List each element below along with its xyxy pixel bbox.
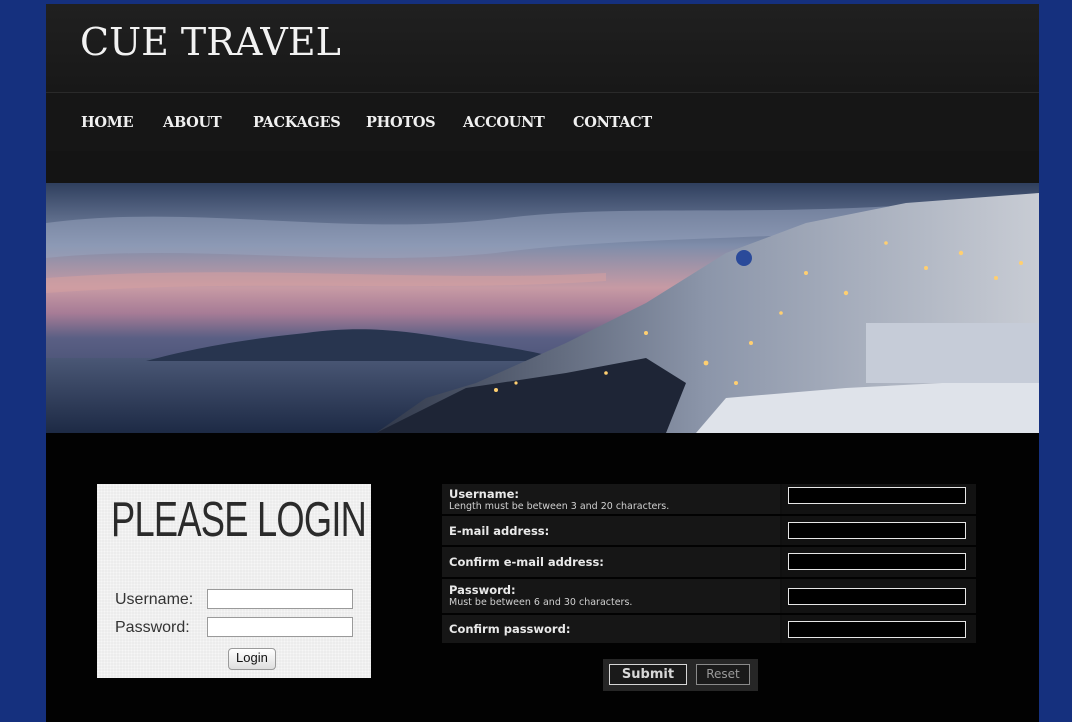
login-panel: PLEASE LOGIN Username: Password: Login	[97, 484, 371, 678]
site-title[interactable]: CUE TRAVEL	[80, 20, 341, 64]
login-button[interactable]: Login	[228, 648, 276, 670]
form-input-cell	[782, 579, 976, 613]
field-note: Must be between 6 and 30 characters.	[449, 597, 633, 608]
reset-button[interactable]: Reset	[696, 664, 750, 685]
confirm-email-field[interactable]	[788, 553, 966, 570]
nav-item-packages[interactable]: PACKAGES	[253, 114, 341, 131]
field-note: Length must be between 3 and 20 characte…	[449, 501, 670, 512]
username-field[interactable]	[788, 487, 966, 504]
banner-photo	[46, 183, 1039, 433]
nav-item-account[interactable]: ACCOUNT	[463, 114, 545, 131]
field-label: Confirm password:	[449, 622, 571, 636]
form-label-cell: Password: Must be between 6 and 30 chara…	[442, 579, 780, 613]
form-input-cell	[782, 547, 976, 577]
form-button-bar: Submit Reset	[603, 659, 758, 691]
nav-item-contact[interactable]: CONTACT	[573, 114, 652, 131]
form-label-cell: Username: Length must be between 3 and 2…	[442, 484, 780, 514]
login-username-input[interactable]	[207, 589, 353, 609]
form-label-cell: E-mail address:	[442, 516, 780, 545]
banner-image	[46, 183, 1039, 433]
login-title: PLEASE LOGIN	[111, 493, 367, 547]
main-nav: HOME ABOUT PACKAGES PHOTOS ACCOUNT CONTA…	[46, 92, 1039, 152]
form-row-email: E-mail address:	[442, 516, 976, 545]
password-label: Password:	[115, 619, 190, 636]
nav-item-home[interactable]: HOME	[81, 114, 134, 131]
site-header: CUE TRAVEL	[46, 4, 1039, 92]
form-row-confirm-email: Confirm e-mail address:	[442, 547, 976, 577]
field-label: Username:	[449, 487, 519, 501]
form-label-cell: Confirm password:	[442, 615, 780, 643]
form-row-confirm-password: Confirm password:	[442, 615, 976, 643]
field-label: E-mail address:	[449, 524, 550, 538]
form-input-cell	[782, 615, 976, 643]
username-label: Username:	[115, 591, 194, 608]
form-row-username: Username: Length must be between 3 and 2…	[442, 484, 976, 514]
form-input-cell	[782, 516, 976, 545]
nav-item-about[interactable]: ABOUT	[163, 114, 222, 131]
login-password-input[interactable]	[207, 617, 353, 637]
confirm-password-field[interactable]	[788, 621, 966, 638]
field-label: Password:	[449, 583, 516, 597]
nav-item-photos[interactable]: PHOTOS	[366, 114, 436, 131]
nav-spacer	[46, 151, 1039, 183]
password-field[interactable]	[788, 588, 966, 605]
form-row-password: Password: Must be between 6 and 30 chara…	[442, 579, 976, 613]
submit-button[interactable]: Submit	[609, 664, 687, 685]
form-label-cell: Confirm e-mail address:	[442, 547, 780, 577]
field-label: Confirm e-mail address:	[449, 555, 604, 569]
form-input-cell	[782, 484, 976, 514]
email-field[interactable]	[788, 522, 966, 539]
